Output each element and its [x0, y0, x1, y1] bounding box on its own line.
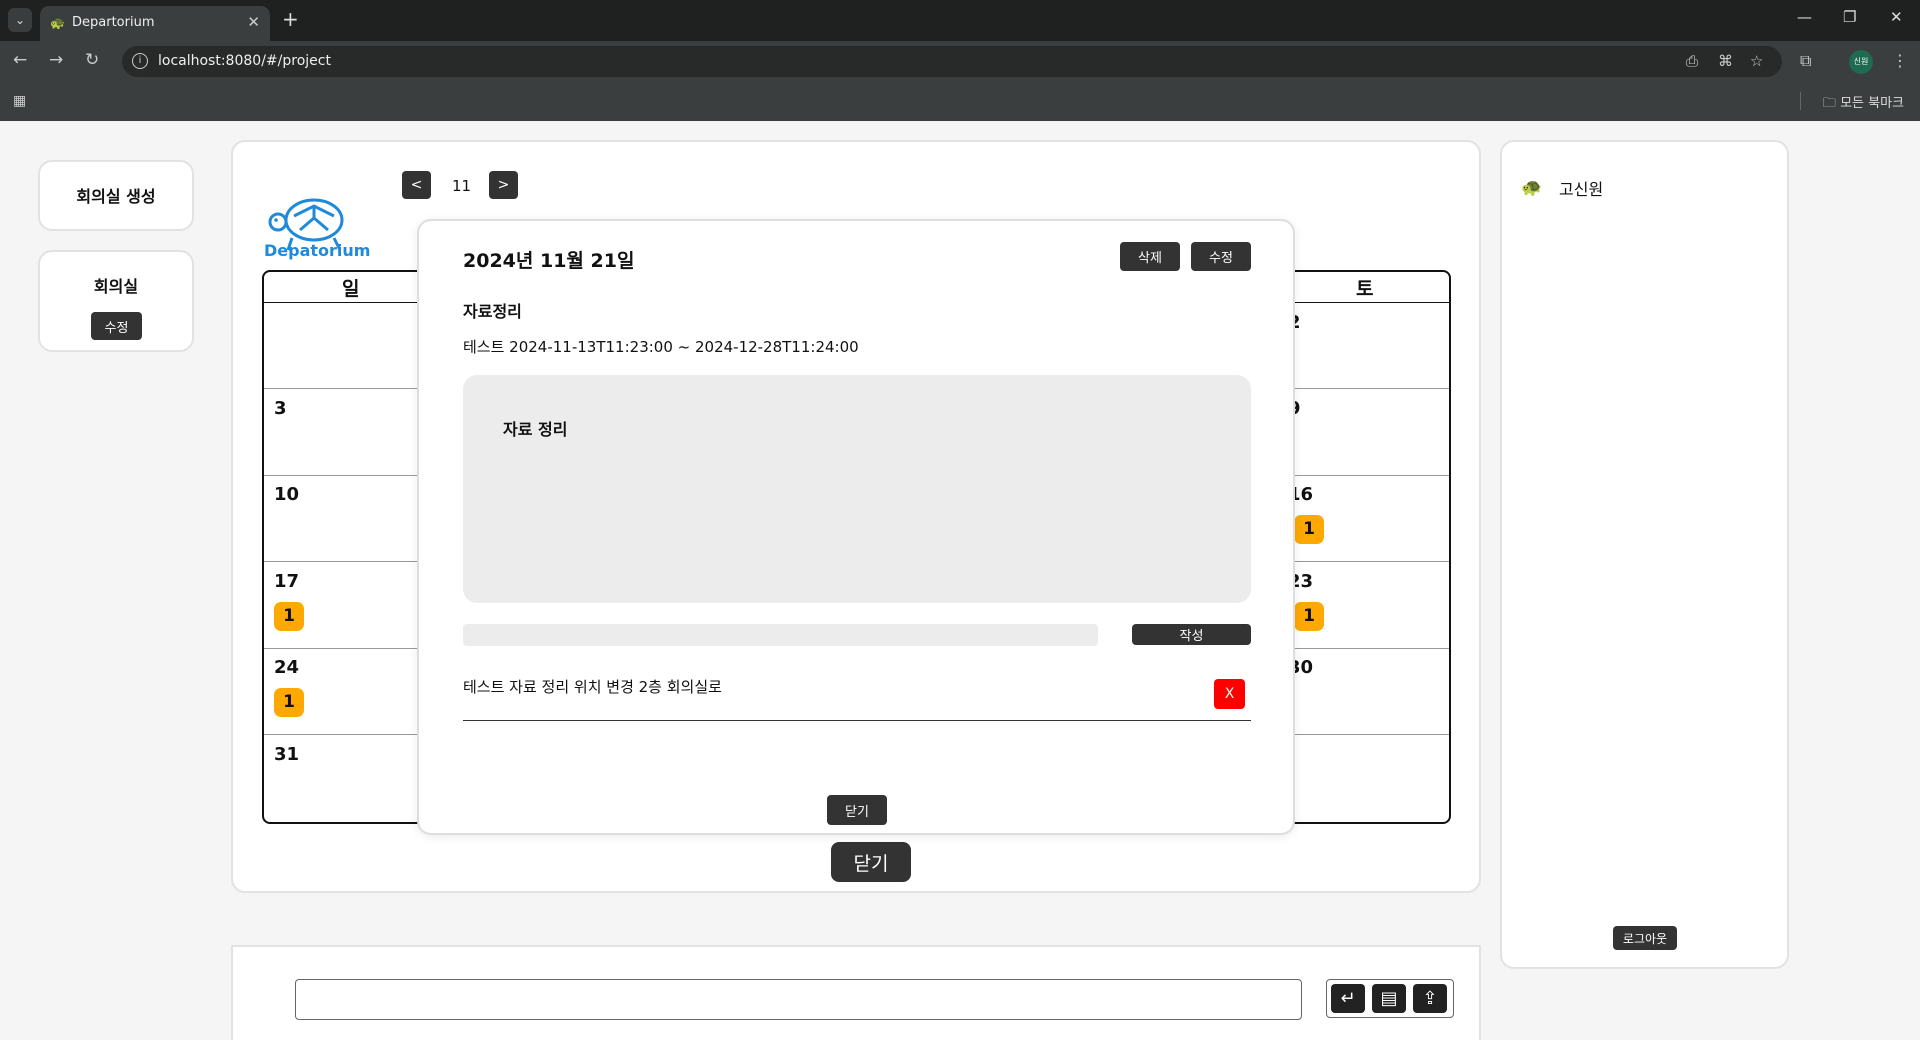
install-app-icon[interactable]: ⎙	[1686, 52, 1698, 70]
user-name: 고신원	[1559, 180, 1604, 199]
prev-month-button[interactable]: <	[402, 171, 431, 199]
day-header-saturday: 토	[1356, 278, 1374, 300]
profile-avatar[interactable]: 신원	[1849, 50, 1873, 74]
create-room-label: 회의실 생성	[76, 187, 156, 206]
tab-title: Departorium	[72, 15, 155, 30]
calendar-day[interactable]: 24	[274, 657, 299, 678]
comment-text: 테스트 자료 정리 위치 변경 2층 회의실로	[463, 678, 722, 696]
url-text[interactable]: localhost:8080/#/project	[158, 53, 331, 69]
calendar-day[interactable]: 17	[274, 571, 299, 592]
event-subject: 자료정리	[463, 302, 522, 321]
browser-toolbar: ← → ↻ i localhost:8080/#/project ⎙ ⌘ ☆ ⧉…	[0, 41, 1920, 82]
comment-input[interactable]	[463, 624, 1098, 646]
site-info-icon[interactable]: i	[132, 53, 148, 69]
logo-text: Depatorium	[264, 241, 371, 260]
more-menu-icon[interactable]: ⋮	[1892, 51, 1908, 70]
comment-divider	[463, 720, 1251, 721]
calendar-day[interactable]: 31	[274, 744, 299, 765]
event-count-badge[interactable]: 1	[274, 688, 304, 717]
turtle-avatar-icon: 🐢	[1521, 178, 1543, 198]
day-header-sunday: 일	[342, 278, 360, 300]
extensions-icon[interactable]: ⧉	[1800, 51, 1811, 71]
minimize-icon[interactable]: —	[1797, 8, 1812, 26]
close-window-icon[interactable]: ✕	[1890, 8, 1903, 26]
event-time-range: 테스트 2024-11-13T11:23:00 ~ 2024-12-28T11:…	[463, 338, 859, 356]
address-bar[interactable]: i localhost:8080/#/project ⎙ ⌘ ☆	[122, 46, 1782, 77]
translate-icon[interactable]: ⌘	[1718, 52, 1733, 70]
event-content: 자료 정리	[503, 420, 568, 439]
event-content-box: 자료 정리	[463, 375, 1251, 603]
rooms-title: 회의실	[93, 277, 139, 296]
restore-icon[interactable]: ❐	[1843, 8, 1856, 26]
month-label: 11	[452, 177, 472, 195]
enter-icon[interactable]: ↵	[1331, 984, 1365, 1013]
calendar-close-button[interactable]: 닫기	[831, 842, 911, 882]
event-count-badge[interactable]: 1	[1294, 602, 1324, 631]
chat-input-area: ↵ ▤ ⇪	[231, 945, 1481, 1040]
folder-icon: 🗀	[1822, 96, 1836, 111]
next-month-button[interactable]: >	[489, 171, 518, 199]
browser-tabbar: ⌄ 🐢 Departorium ✕ + — ❐ ✕	[0, 0, 1920, 41]
calendar-day[interactable]: 10	[274, 484, 299, 505]
bookmarks-divider	[1800, 92, 1801, 110]
room-edit-button[interactable]: 수정	[91, 312, 142, 340]
event-detail-modal: 2024년 11월 21일 삭제 수정 자료정리 테스트 2024-11-13T…	[417, 219, 1295, 835]
reload-icon[interactable]: ↻	[85, 50, 99, 70]
new-tab-icon[interactable]: +	[282, 7, 299, 31]
logout-button[interactable]: 로그아웃	[1613, 926, 1677, 950]
apps-grid-icon[interactable]: ▦	[13, 93, 26, 109]
calendar-day[interactable]: 3	[274, 398, 287, 419]
all-bookmarks-button[interactable]: 🗀 모든 북마크	[1823, 92, 1904, 116]
upload-icon[interactable]: ⇪	[1413, 984, 1447, 1013]
user-panel	[1500, 140, 1789, 969]
forward-icon[interactable]: →	[49, 50, 63, 70]
modal-close-button[interactable]: 닫기	[827, 795, 887, 825]
back-icon[interactable]: ←	[13, 50, 27, 70]
browser-tab[interactable]: 🐢 Departorium ✕	[40, 6, 270, 41]
chat-input[interactable]	[295, 979, 1302, 1020]
create-room-card[interactable]: 회의실 생성	[38, 160, 194, 231]
event-count-badge[interactable]: 1	[274, 602, 304, 631]
edit-button[interactable]: 수정	[1191, 242, 1251, 271]
delete-button[interactable]: 삭제	[1120, 242, 1180, 271]
calendar-icon[interactable]: ▤	[1372, 984, 1406, 1013]
event-count-badge[interactable]: 1	[1294, 515, 1324, 544]
delete-comment-button[interactable]: X	[1214, 679, 1245, 709]
bookmark-star-icon[interactable]: ☆	[1750, 52, 1763, 70]
tool-buttons: ↵ ▤ ⇪	[1326, 979, 1454, 1018]
bookmarks-bar: ▦ 🗀 모든 북마크	[0, 82, 1920, 121]
tab-search-chevron-icon[interactable]: ⌄	[8, 8, 32, 32]
write-comment-button[interactable]: 작성	[1132, 624, 1251, 645]
rooms-card: 회의실 수정	[38, 250, 194, 352]
close-tab-icon[interactable]: ✕	[247, 13, 260, 31]
modal-date-title: 2024년 11월 21일	[463, 250, 635, 272]
all-bookmarks-label: 모든 북마크	[1840, 96, 1904, 111]
turtle-favicon-icon: 🐢	[50, 16, 65, 30]
